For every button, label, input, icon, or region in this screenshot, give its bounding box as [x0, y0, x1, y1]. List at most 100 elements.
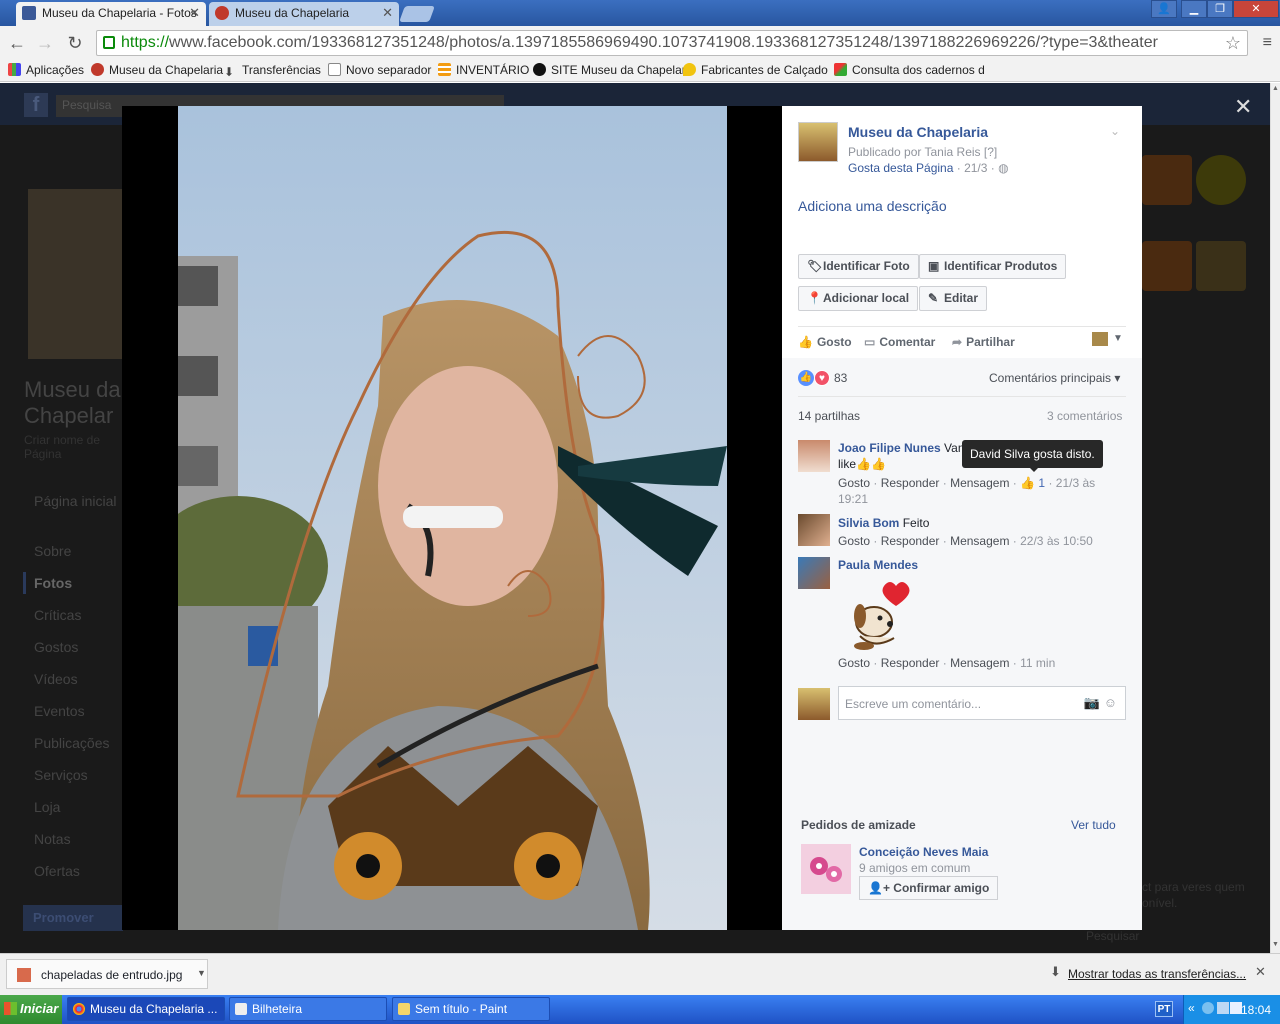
bookmark-inventario[interactable]: INVENTÁRIO: [438, 63, 529, 77]
comment-time[interactable]: · 21/3 às: [1048, 476, 1095, 490]
chrome-menu-icon[interactable]: ≡: [1263, 34, 1272, 52]
comment-like-link[interactable]: Gosto: [838, 476, 870, 490]
comment-sort-dropdown[interactable]: Comentários principais ▾: [989, 371, 1120, 385]
camera-icon[interactable]: 📷: [1084, 695, 1100, 710]
comment-actions: Gosto · Responder · Mensagem · 11 min: [838, 656, 1056, 670]
post-as-chevron-icon[interactable]: ▼: [1113, 333, 1123, 344]
reload-icon[interactable]: ↻: [64, 32, 86, 54]
page-name-link[interactable]: Museu da Chapelaria: [848, 124, 988, 140]
edit-button[interactable]: ✎ Editar: [919, 286, 988, 311]
reaction-count[interactable]: 83: [834, 371, 847, 385]
comment-like-count[interactable]: 👍 1: [1020, 476, 1045, 490]
mutual-friends[interactable]: 9 amigos em comum: [859, 861, 970, 875]
forward-arrow-icon[interactable]: →: [34, 32, 56, 54]
comment-like-link[interactable]: Gosto: [838, 534, 870, 548]
confirm-friend-button[interactable]: 👤+ Confirmar amigo: [859, 876, 999, 900]
emoji-icon[interactable]: ☺: [1104, 695, 1117, 710]
language-indicator[interactable]: PT: [1155, 1001, 1173, 1017]
comment-time[interactable]: · 11 min: [1013, 656, 1055, 670]
download-item[interactable]: chapeladas de entrudo.jpg ▼: [6, 959, 208, 989]
show-all-downloads-link[interactable]: Mostrar todas as transferências...: [1068, 967, 1246, 981]
new-tab-button[interactable]: [399, 6, 435, 22]
add-description-link[interactable]: Adiciona uma descrição: [798, 198, 947, 214]
comment-reply-link[interactable]: Responder: [881, 476, 940, 490]
taskbar-paint[interactable]: Sem título - Paint: [392, 997, 550, 1021]
theater-close-icon[interactable]: ✕: [1234, 94, 1252, 120]
nav-fotos: Fotos: [34, 575, 73, 591]
comment-author[interactable]: Silvia Bom Feito: [838, 516, 929, 530]
orchid-image: [801, 844, 851, 894]
security-icon[interactable]: [1217, 1002, 1229, 1014]
taskbar-chrome[interactable]: Museu da Chapelaria ...: [67, 997, 225, 1021]
start-button[interactable]: Iniciar: [0, 995, 62, 1024]
scroll-down-icon[interactable]: ▼: [1272, 941, 1279, 948]
bookmark-site-museu[interactable]: SITE Museu da Chapelar: [533, 63, 686, 77]
page-scrollbar[interactable]: ▲ ▼: [1270, 83, 1280, 953]
share-action[interactable]: ➦ Partilhar: [952, 335, 1015, 349]
tag-photo-button[interactable]: 🏷Identificar Foto: [798, 254, 919, 279]
user-icon[interactable]: 👤: [1151, 0, 1177, 18]
taskbar-clock: 18:04: [1241, 1003, 1272, 1017]
comment-reply-link[interactable]: Responder: [881, 656, 940, 670]
add-location-button[interactable]: 📍Adicionar local: [798, 286, 919, 311]
like-page-link[interactable]: Gosta desta Página: [848, 161, 953, 175]
comment-time[interactable]: 19:21: [838, 492, 868, 506]
shares-link[interactable]: 14 partilhas: [798, 409, 860, 423]
comments-count: 3 comentários: [1047, 409, 1123, 423]
tab-museu-fotos[interactable]: Museu da Chapelaria - Fotos ✕: [16, 2, 206, 26]
tab-close-icon[interactable]: ✕: [189, 2, 200, 24]
comment-author[interactable]: Joao Filipe Nunes Vam: [838, 441, 968, 455]
comment-time[interactable]: · 22/3 às 10:50: [1013, 534, 1093, 548]
comment-like-link[interactable]: Gosto: [838, 656, 870, 670]
comment-author[interactable]: Paula Mendes: [838, 558, 918, 572]
post-options-chevron-icon[interactable]: ⌄: [1110, 124, 1120, 138]
comment-text: Feito: [902, 516, 930, 530]
bookmark-museu[interactable]: Museu da Chapelaria: [91, 63, 223, 77]
comment-message-link[interactable]: Mensagem: [950, 476, 1009, 490]
download-filename: chapeladas de entrudo.jpg: [41, 968, 183, 982]
taskbar-bilheteira[interactable]: Bilheteira: [229, 997, 387, 1021]
comment-input[interactable]: Escreve um comentário... 📷 ☺: [838, 686, 1126, 720]
page-avatar[interactable]: [798, 122, 838, 162]
window-close-icon[interactable]: ✕: [1233, 0, 1279, 18]
network-icon[interactable]: [1202, 1002, 1214, 1014]
tag-products-button[interactable]: ▣ Identificar Produtos: [919, 254, 1067, 279]
tab-museu[interactable]: Museu da Chapelaria ✕: [209, 2, 399, 26]
nav-sobre: Sobre: [34, 543, 72, 559]
bookmark-consulta[interactable]: Consulta dos cadernos d: [834, 63, 985, 77]
comment-actions: Gosto · Responder · Mensagem · 22/3 às 1…: [838, 534, 1093, 548]
maximize-icon[interactable]: ❐: [1207, 0, 1233, 18]
url-path: www.facebook.com/193368127351248/photos/…: [169, 34, 1158, 51]
bookmark-transferencias[interactable]: ⬇ Transferências: [224, 63, 321, 79]
address-bar[interactable]: https://www.facebook.com/193368127351248…: [96, 30, 1248, 56]
scroll-up-icon[interactable]: ▲: [1272, 85, 1279, 92]
bookmark-star-icon[interactable]: ☆: [1225, 31, 1241, 55]
friend-request-avatar[interactable]: [801, 844, 851, 894]
friend-request-name[interactable]: Conceição Neves Maia: [859, 845, 988, 859]
download-bar-close-icon[interactable]: ✕: [1255, 964, 1266, 980]
tab-close-icon[interactable]: ✕: [382, 2, 393, 24]
comment-message-link[interactable]: Mensagem: [950, 534, 1009, 548]
comment-actions: Gosto · Responder · Mensagem · 👍 1 · 21/…: [838, 476, 1096, 490]
post-date[interactable]: · 21/3 ·: [957, 161, 995, 175]
tray-expand-icon[interactable]: «: [1188, 1001, 1195, 1015]
back-arrow-icon[interactable]: ←: [6, 32, 28, 54]
photo-sidebar: Museu da Chapelaria ⌄ Publicado por Tani…: [782, 106, 1142, 930]
like-action[interactable]: 👍 Gosto: [798, 335, 852, 349]
comment-reply-link[interactable]: Responder: [881, 534, 940, 548]
nav-ofertas: Ofertas: [34, 863, 80, 879]
photo-image[interactable]: [178, 106, 727, 930]
bookmark-aplicacoes[interactable]: Aplicações: [8, 63, 84, 77]
post-as-avatar[interactable]: [1092, 332, 1108, 346]
background-page-title: Museu da Chapelar: [24, 377, 121, 428]
comment-action[interactable]: ▭ Comentar: [864, 335, 935, 349]
commenter-avatar[interactable]: [798, 557, 830, 589]
download-menu-chevron-icon[interactable]: ▼: [197, 968, 206, 978]
bookmark-fabricantes[interactable]: Fabricantes de Calçado: [683, 63, 828, 77]
commenter-avatar[interactable]: [798, 514, 830, 546]
comment-message-link[interactable]: Mensagem: [950, 656, 1009, 670]
minimize-icon[interactable]: ▁: [1181, 0, 1207, 18]
commenter-avatar[interactable]: [798, 440, 830, 472]
see-all-link[interactable]: Ver tudo: [1071, 818, 1116, 832]
bookmark-novo-separador[interactable]: Novo separador: [328, 63, 431, 77]
